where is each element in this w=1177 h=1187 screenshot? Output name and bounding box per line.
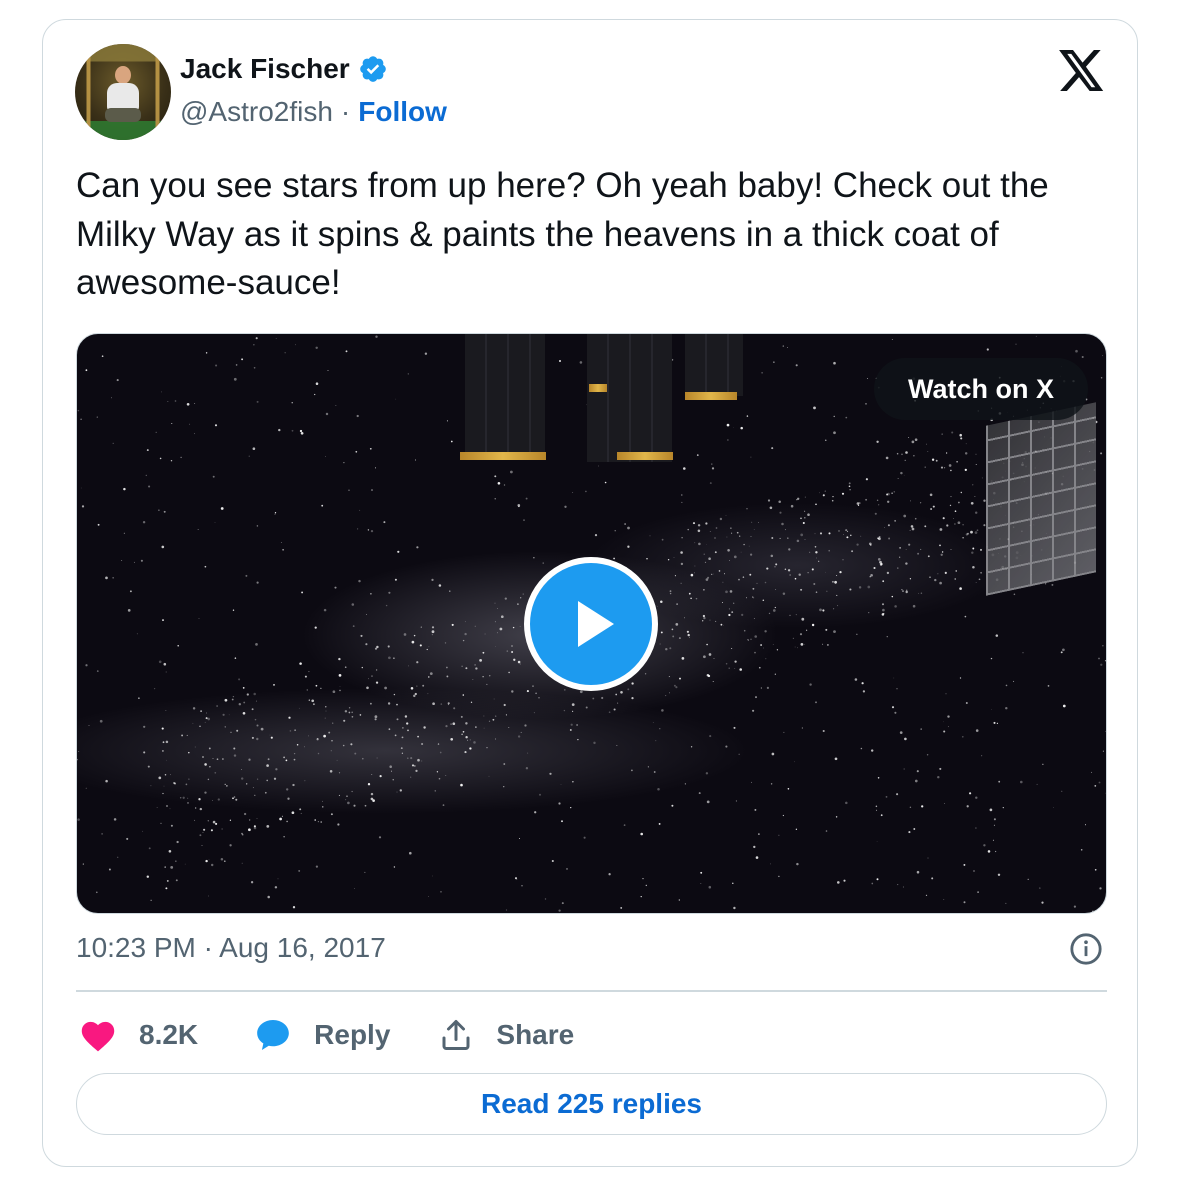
solar-panel-mid [587, 334, 672, 462]
solar-panel-left-edge [460, 452, 546, 460]
share-label: Share [496, 1019, 575, 1050]
space-station-array [986, 402, 1096, 596]
info-icon[interactable] [1069, 932, 1103, 966]
read-replies-button[interactable]: Read 225 replies [76, 1073, 1107, 1135]
heart-icon [81, 1021, 115, 1052]
tweet-timestamp[interactable]: 10:23 PM · Aug 16, 2017 [76, 932, 386, 964]
avatar-person-head [115, 66, 131, 84]
solar-panel-right [685, 334, 743, 396]
like-count: 8.2K [139, 1019, 199, 1050]
action-bar: 8.2K Reply Share [79, 1010, 574, 1060]
timestamp-text[interactable]: 10:23 PM · Aug 16, 2017 [76, 932, 386, 964]
speech-bubble-icon [257, 1019, 289, 1051]
video-player[interactable]: Watch on X [76, 333, 1107, 914]
avatar-person-body [107, 83, 139, 111]
share-button[interactable]: Share [438, 1017, 574, 1053]
solar-panel-mid-edge [589, 384, 607, 392]
x-logo-icon[interactable] [1059, 50, 1105, 92]
author-name[interactable]: Jack Fischer [180, 53, 350, 85]
avatar-person-legs [105, 108, 141, 122]
tweet-text: Can you see stars from up here? Oh yeah … [76, 166, 1049, 302]
author-handle-row: @Astro2fish · Follow [180, 96, 447, 128]
tweet-card: Jack Fischer @Astro2fish · Follow Can yo… [42, 19, 1138, 1167]
watch-on-x-button[interactable]: Watch on X [874, 358, 1088, 420]
reply-button[interactable]: Reply [254, 1016, 438, 1054]
author-handle[interactable]: @Astro2fish [180, 96, 333, 128]
author-avatar[interactable] [75, 44, 171, 140]
like-button[interactable]: 8.2K [79, 1018, 254, 1052]
play-icon [578, 601, 614, 647]
solar-panel-left [465, 334, 545, 456]
reply-label: Reply [314, 1019, 391, 1050]
share-upload-icon [442, 1020, 470, 1050]
solar-panel-mid-bottom [617, 452, 673, 460]
author-name-row: Jack Fischer [180, 53, 388, 85]
handle-separator: · [340, 96, 351, 127]
solar-panel-right-edge [685, 392, 737, 400]
verified-badge-icon [359, 56, 386, 82]
play-button[interactable] [524, 557, 658, 691]
follow-button[interactable]: Follow [358, 96, 447, 128]
divider [76, 990, 1107, 992]
